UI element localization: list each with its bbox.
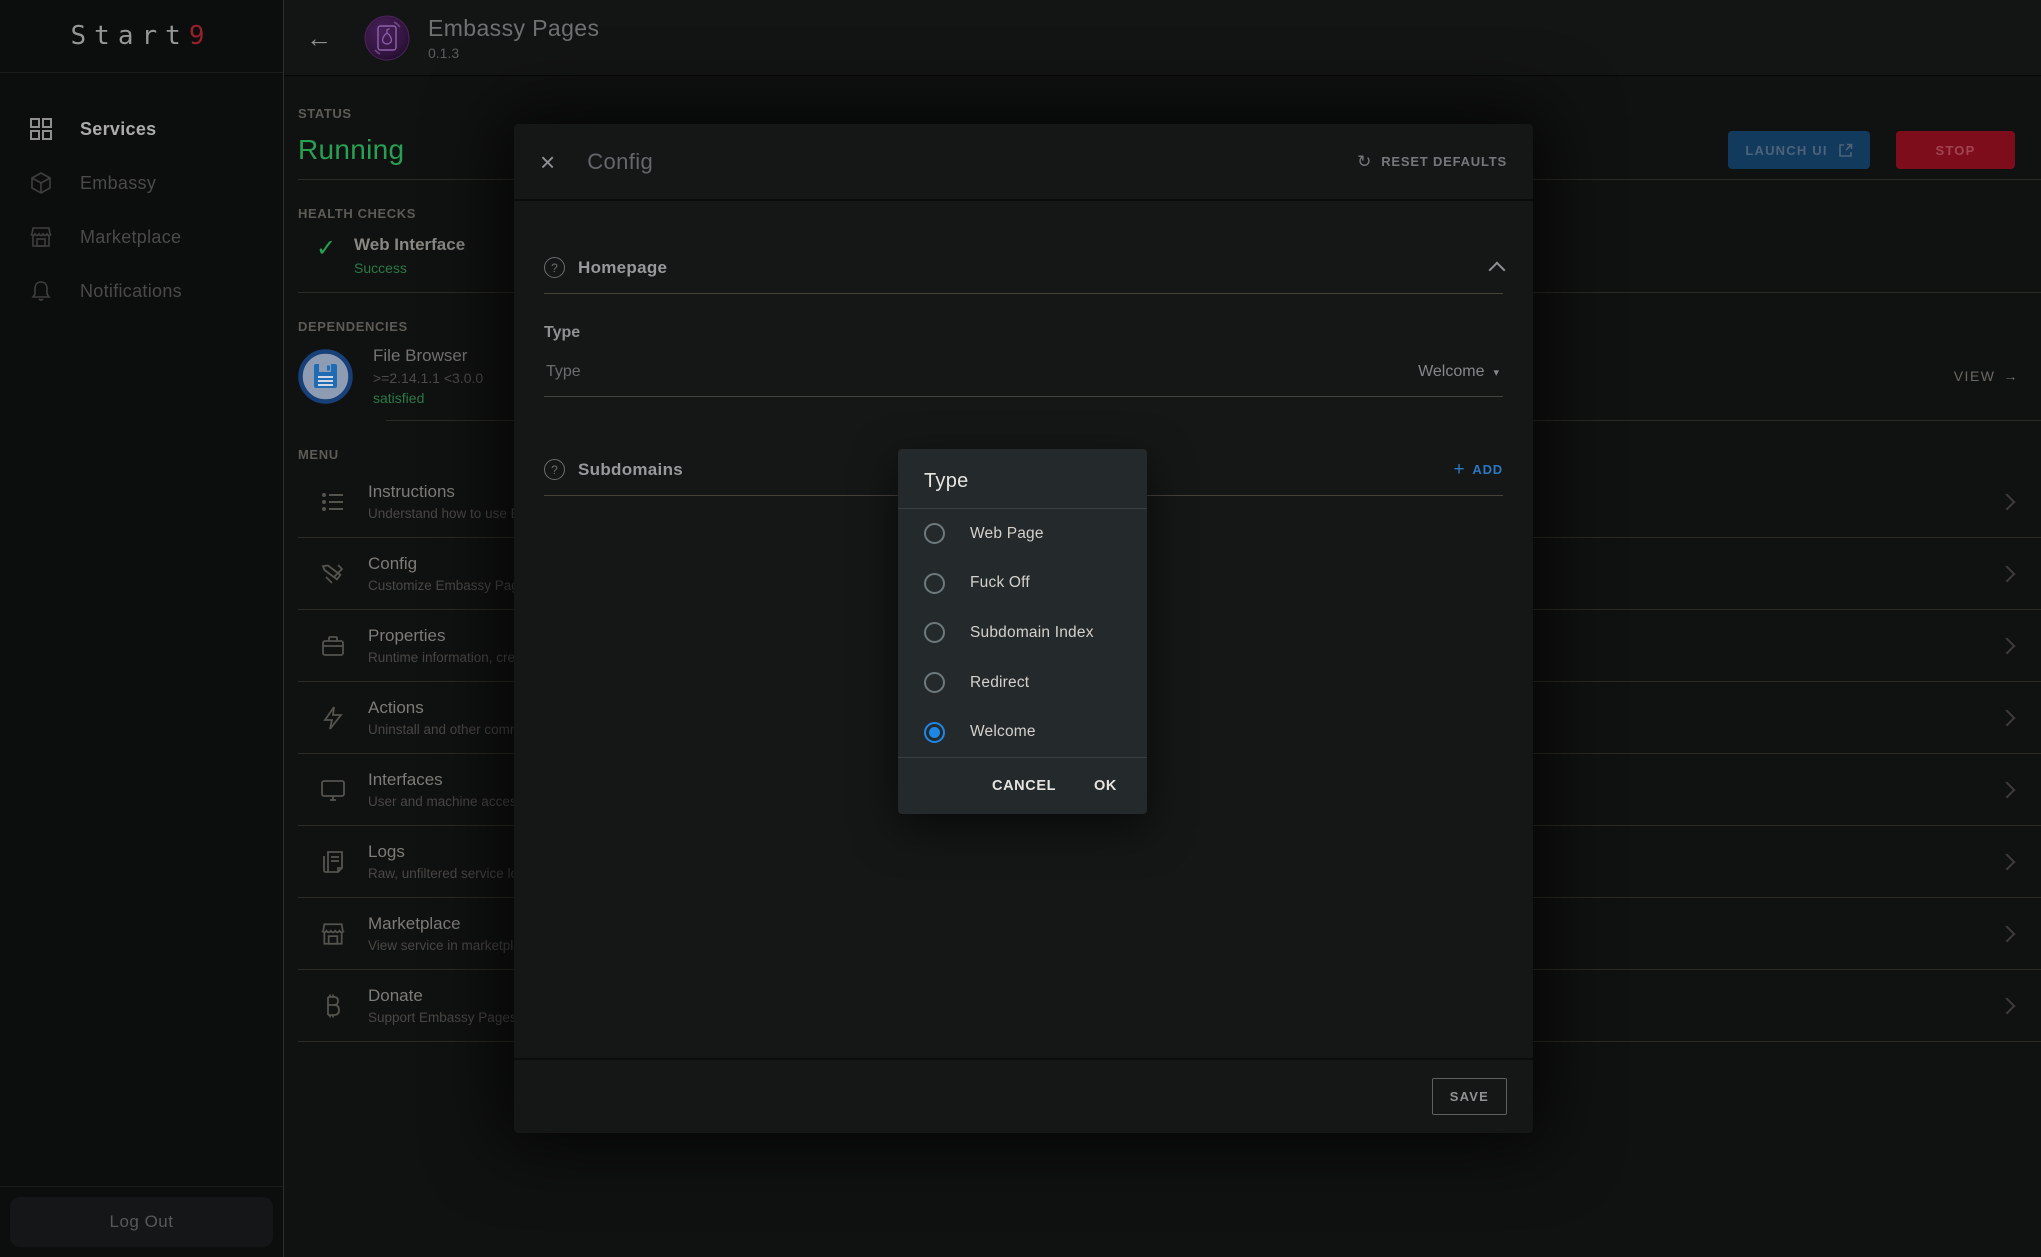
radio-icon <box>924 622 945 643</box>
bitcoin-icon <box>298 993 368 1019</box>
chevron-right-icon <box>1999 853 2016 870</box>
close-icon[interactable]: × <box>540 149 555 175</box>
subdomains-section-label: Subdomains <box>578 460 683 480</box>
radio-option-label: Web Page <box>970 525 1044 543</box>
type-options-list: Web Page Fuck Off Subdomain Index Redire… <box>898 509 1147 757</box>
chevron-right-icon <box>1999 997 2016 1014</box>
radio-option-welcome[interactable]: Welcome <box>898 707 1147 757</box>
radio-icon <box>924 573 945 594</box>
dependency-view-link[interactable]: VIEW → <box>1954 368 2019 384</box>
status-value: Running <box>298 134 404 166</box>
type-field-label: Type <box>546 363 581 381</box>
reset-defaults-label: RESET DEFAULTS <box>1381 154 1507 169</box>
type-dialog-header: Type <box>898 449 1147 508</box>
logout-button[interactable]: Log Out <box>10 1197 273 1247</box>
logs-icon <box>298 849 368 875</box>
save-button[interactable]: SAVE <box>1432 1078 1507 1115</box>
view-label: VIEW <box>1954 368 1996 384</box>
app-title-block: Embassy Pages 0.1.3 <box>428 15 599 61</box>
chevron-right-icon <box>1999 709 2016 726</box>
arrow-right-icon: → <box>2004 368 2020 384</box>
health-check-name: Web Interface <box>354 235 465 255</box>
storefront-icon <box>28 224 54 250</box>
start9-logo: Start9 <box>0 0 283 73</box>
radio-option-web-page[interactable]: Web Page <box>898 509 1147 559</box>
launch-ui-label: LAUNCH UI <box>1745 143 1827 158</box>
plus-icon: + <box>1454 460 1466 479</box>
lightning-icon <box>298 705 368 731</box>
type-dialog: Type Web Page Fuck Off Subdomain Index R… <box>898 449 1147 814</box>
type-group-label: Type <box>544 324 1503 342</box>
external-link-icon <box>1838 143 1853 158</box>
caret-down-icon: ▾ <box>1493 366 1499 379</box>
file-browser-icon <box>298 349 353 404</box>
add-label: ADD <box>1472 462 1503 477</box>
type-dialog-footer: CANCEL OK <box>898 758 1147 814</box>
chevron-right-icon <box>1999 565 2016 582</box>
config-modal-title: Config <box>587 149 653 175</box>
cancel-button[interactable]: CANCEL <box>992 778 1056 794</box>
radio-option-subdomain-index[interactable]: Subdomain Index <box>898 608 1147 658</box>
logout-container: Log Out <box>0 1186 283 1257</box>
logo-accent: 9 <box>189 21 213 51</box>
homepage-section-label: Homepage <box>578 258 667 278</box>
homepage-section-header: ? Homepage <box>544 257 1503 294</box>
app-header: ← Embassy Pages <box>284 0 2041 76</box>
stop-button[interactable]: STOP <box>1896 131 2015 169</box>
radio-option-label: Welcome <box>970 723 1036 741</box>
chevron-right-icon <box>1999 637 2016 654</box>
type-select-field[interactable]: Type Welcome ▾ <box>544 348 1503 397</box>
radio-option-label: Fuck Off <box>970 574 1030 592</box>
chevron-right-icon <box>1999 781 2016 798</box>
storefront-icon <box>298 921 368 947</box>
bell-icon <box>28 278 54 304</box>
radio-option-fuck-off[interactable]: Fuck Off <box>898 559 1147 609</box>
cube-icon <box>28 170 54 196</box>
sidebar-item-notifications[interactable]: Notifications <box>0 267 283 315</box>
app-title: Embassy Pages <box>428 15 599 42</box>
list-icon <box>298 489 368 515</box>
refresh-icon: ↻ <box>1357 152 1372 172</box>
sidebar-item-label: Embassy <box>80 173 156 194</box>
radio-option-label: Subdomain Index <box>970 624 1094 642</box>
help-icon[interactable]: ? <box>544 459 565 480</box>
app-screen: Start9 Services Embassy <box>0 0 2041 1257</box>
tools-icon <box>298 561 368 587</box>
sidebar-item-embassy[interactable]: Embassy <box>0 159 283 207</box>
radio-option-redirect[interactable]: Redirect <box>898 658 1147 708</box>
status-heading: STATUS <box>298 76 2041 121</box>
sidebar-item-label: Marketplace <box>80 227 181 248</box>
app-icon <box>364 15 410 61</box>
type-field-value: Welcome <box>1418 363 1484 381</box>
help-icon[interactable]: ? <box>544 257 565 278</box>
sidebar-item-marketplace[interactable]: Marketplace <box>0 213 283 261</box>
health-check-result: Success <box>354 260 465 276</box>
radio-option-label: Redirect <box>970 674 1029 692</box>
sidebar: Start9 Services Embassy <box>0 0 284 1257</box>
config-modal-footer: SAVE <box>514 1058 1533 1133</box>
reset-defaults-button[interactable]: ↻ RESET DEFAULTS <box>1357 152 1507 172</box>
grid-icon <box>28 116 54 142</box>
sidebar-item-label: Notifications <box>80 281 182 302</box>
type-dialog-title: Type <box>924 470 969 492</box>
chevron-up-icon[interactable] <box>1489 262 1506 279</box>
sidebar-item-label: Services <box>80 119 156 140</box>
check-icon: ✓ <box>298 235 354 276</box>
sidebar-item-services[interactable]: Services <box>0 105 283 153</box>
chevron-right-icon <box>1999 493 2016 510</box>
briefcase-icon <box>298 633 368 659</box>
logo-text: Start <box>71 21 189 51</box>
ok-button[interactable]: OK <box>1094 778 1117 794</box>
app-version: 0.1.3 <box>428 45 599 61</box>
radio-icon <box>924 722 945 743</box>
back-arrow-icon[interactable]: ← <box>306 25 332 51</box>
config-modal-header: × Config ↻ RESET DEFAULTS <box>514 124 1533 201</box>
launch-ui-button[interactable]: LAUNCH UI <box>1728 131 1870 169</box>
monitor-icon <box>298 777 368 803</box>
radio-icon <box>924 672 945 693</box>
add-subdomain-button[interactable]: + ADD <box>1454 460 1503 479</box>
sidebar-nav: Services Embassy Marketplace <box>0 73 283 315</box>
radio-icon <box>924 523 945 544</box>
chevron-right-icon <box>1999 925 2016 942</box>
